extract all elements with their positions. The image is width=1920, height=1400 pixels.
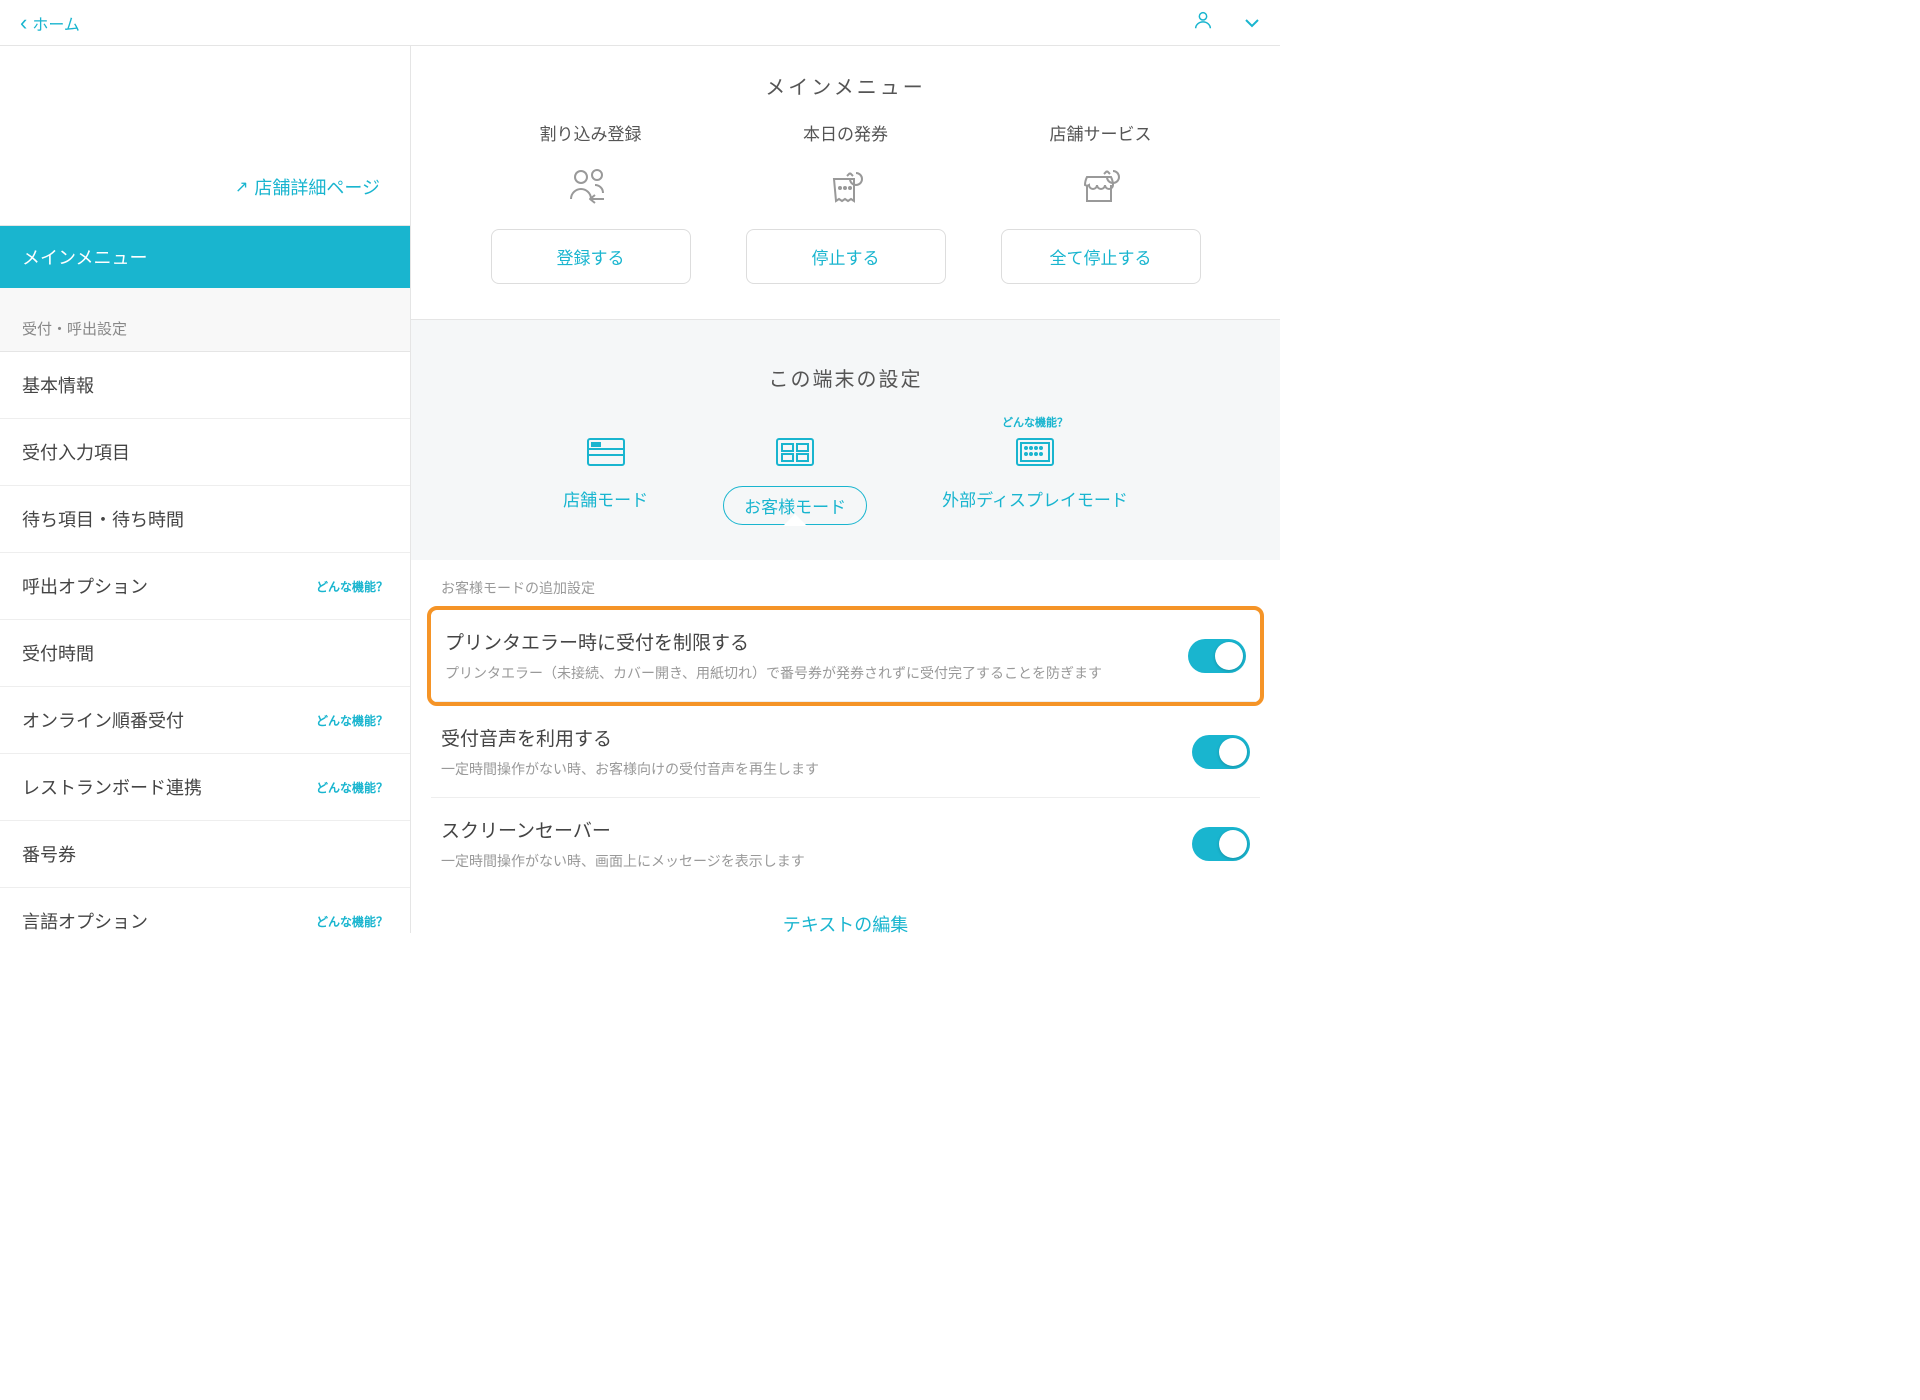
mode-tab-store[interactable]: 店舗モード (563, 432, 648, 525)
sidebar-item-wait-items[interactable]: 待ち項目・待ち時間 (0, 486, 410, 553)
action-cards: 割り込み登録 登録する 本日の発券 (411, 120, 1280, 319)
mode-tab-display[interactable]: どんな機能？ 外部ディスプレイモード (942, 432, 1128, 525)
header-right (1192, 9, 1260, 36)
settings-subheader: お客様モードの追加設定 (431, 560, 1260, 606)
store-detail-label: 店舗詳細ページ (254, 174, 380, 200)
sidebar-item-label: オンライン順番受付 (22, 707, 184, 733)
setting-title: プリンタエラー時に受付を制限する (445, 628, 1188, 655)
app-header: ‹ ホーム (0, 0, 1280, 46)
people-sync-icon (565, 163, 617, 211)
sidebar-item-badge[interactable]: どんな機能？ (316, 578, 388, 595)
sidebar-item-label: 言語オプション (22, 908, 148, 933)
main-menu-section: メインメニュー 割り込み登録 登録する (411, 46, 1280, 320)
customer-mode-icon (770, 432, 820, 472)
back-button[interactable]: ‹ ホーム (20, 10, 80, 36)
sidebar-item-badge[interactable]: どんな機能？ (316, 779, 388, 796)
mode-tab-customer[interactable]: お客様モード (723, 432, 867, 525)
toggle-voice[interactable] (1192, 735, 1250, 769)
sidebar-item-badge[interactable]: どんな機能？ (316, 712, 388, 729)
main-content: メインメニュー 割り込み登録 登録する (411, 46, 1280, 933)
action-card-store-service: 店舗サービス 全て停止する (1001, 120, 1201, 284)
setting-desc: プリンタエラー（未接続、カバー開き、用紙切れ）で番号券が発券されずに受付完了する… (445, 663, 1188, 683)
store-refresh-icon (1075, 163, 1127, 211)
setting-row-voice: 受付音声を利用する 一定時間操作がない時、お客様向けの受付音声を再生します (431, 706, 1260, 798)
setting-desc: 一定時間操作がない時、画面上にメッセージを表示します (441, 851, 1192, 871)
sidebar: ↗ 店舗詳細ページ メインメニュー 受付・呼出設定 基本情報 受付入力項目 待ち… (0, 46, 411, 933)
setting-row-printer-error: プリンタエラー時に受付を制限する プリンタエラー（未接続、カバー開き、用紙切れ）… (435, 610, 1256, 702)
sidebar-item-label: レストランボード連携 (22, 774, 202, 800)
store-detail-link[interactable]: ↗ 店舗詳細ページ (235, 174, 380, 200)
sidebar-item-reception-fields[interactable]: 受付入力項目 (0, 419, 410, 486)
highlight-box: プリンタエラー時に受付を制限する プリンタエラー（未接続、カバー開き、用紙切れ）… (427, 606, 1264, 706)
back-label: ホーム (32, 11, 80, 35)
sidebar-item-label: 受付時間 (22, 640, 94, 666)
setting-row-screensaver: スクリーンセーバー 一定時間操作がない時、画面上にメッセージを表示します (431, 798, 1260, 889)
display-mode-icon (1010, 432, 1060, 472)
sidebar-top: ↗ 店舗詳細ページ (0, 46, 410, 226)
user-icon[interactable] (1192, 9, 1214, 36)
sidebar-item-reception-time[interactable]: 受付時間 (0, 620, 410, 687)
setting-row-text: スクリーンセーバー 一定時間操作がない時、画面上にメッセージを表示します (441, 816, 1192, 871)
action-card-today-ticket: 本日の発券 停止する (746, 120, 946, 284)
mode-tabs: 店舗モード お客様モード どんな機能？ (411, 407, 1280, 560)
setting-row-text: プリンタエラー時に受付を制限する プリンタエラー（未接続、カバー開き、用紙切れ）… (445, 628, 1188, 683)
toggle-screensaver[interactable] (1192, 827, 1250, 861)
sidebar-item-online-queue[interactable]: オンライン順番受付 どんな機能？ (0, 687, 410, 754)
toggle-printer-error[interactable] (1188, 639, 1246, 673)
action-card-label: 本日の発券 (803, 120, 888, 145)
sidebar-item-badge[interactable]: どんな機能？ (316, 913, 388, 930)
setting-title: スクリーンセーバー (441, 816, 1192, 843)
chevron-left-icon: ‹ (20, 10, 27, 36)
sidebar-item-label: 受付入力項目 (22, 439, 130, 465)
sidebar-section-header: 受付・呼出設定 (0, 288, 410, 352)
settings-list: お客様モードの追加設定 プリンタエラー時に受付を制限する プリンタエラー（未接続… (411, 560, 1280, 933)
sidebar-item-main-menu[interactable]: メインメニュー (0, 226, 410, 288)
setting-desc: 一定時間操作がない時、お客様向けの受付音声を再生します (441, 759, 1192, 779)
action-card-interrupt: 割り込み登録 登録する (491, 120, 691, 284)
setting-title: 受付音声を利用する (441, 724, 1192, 751)
sidebar-item-basic-info[interactable]: 基本情報 (0, 352, 410, 419)
setting-row-text: 受付音声を利用する 一定時間操作がない時、お客様向けの受付音声を再生します (441, 724, 1192, 779)
chevron-down-icon[interactable] (1244, 15, 1260, 31)
edit-text-link[interactable]: テキストの編集 (431, 889, 1260, 933)
main-menu-title: メインメニュー (411, 46, 1280, 120)
register-button[interactable]: 登録する (491, 229, 691, 284)
mode-tab-label: 外部ディスプレイモード (942, 486, 1128, 511)
mode-pointer-icon (783, 514, 807, 526)
sidebar-item-label: 基本情報 (22, 372, 94, 398)
receipt-refresh-icon (820, 163, 872, 211)
device-settings-title: この端末の設定 (411, 338, 1280, 407)
sidebar-item-ticket[interactable]: 番号券 (0, 821, 410, 888)
sidebar-item-label: 番号券 (22, 841, 76, 867)
action-card-label: 店舗サービス (1050, 120, 1152, 145)
sidebar-item-language[interactable]: 言語オプション どんな機能？ (0, 888, 410, 933)
stop-all-button[interactable]: 全て停止する (1001, 229, 1201, 284)
sidebar-item-label: 待ち項目・待ち時間 (22, 506, 184, 532)
store-mode-icon (581, 432, 631, 472)
sidebar-item-call-options[interactable]: 呼出オプション どんな機能？ (0, 553, 410, 620)
external-link-icon: ↗ (235, 177, 248, 197)
sidebar-item-restaurant-board[interactable]: レストランボード連携 どんな機能？ (0, 754, 410, 821)
mode-tab-hint[interactable]: どんな機能？ (1002, 414, 1068, 430)
stop-button[interactable]: 停止する (746, 229, 946, 284)
sidebar-item-label: 呼出オプション (22, 573, 148, 599)
action-card-label: 割り込み登録 (540, 120, 642, 145)
mode-tab-label: 店舗モード (563, 486, 648, 511)
